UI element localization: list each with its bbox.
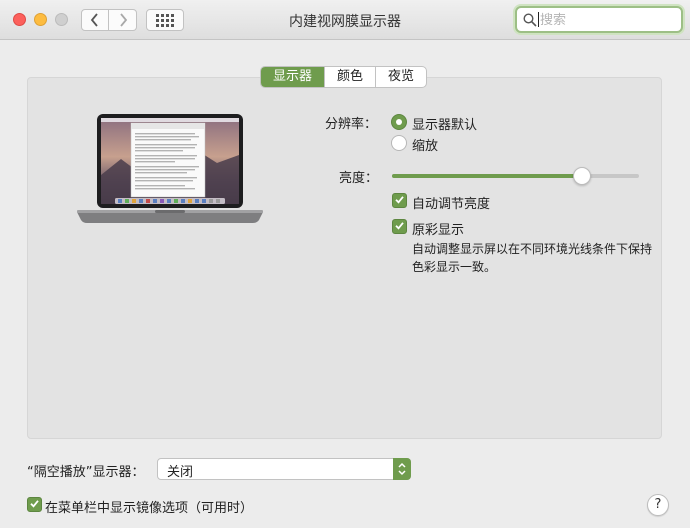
grid-icon [156, 13, 174, 27]
checkmark-icon [395, 222, 404, 230]
text-caret [538, 12, 539, 27]
tab-night-shift[interactable]: 夜览 [375, 67, 426, 87]
true-tone-label: 原彩显示 [412, 223, 465, 238]
select-arrows-icon [393, 458, 411, 480]
tab-color[interactable]: 颜色 [324, 67, 375, 87]
window-title: 内建视网膜显示器 [289, 14, 401, 30]
laptop-icon [77, 114, 263, 223]
search-icon [523, 13, 537, 27]
tab-display[interactable]: 显示器 [261, 67, 325, 87]
brightness-slider-fill [392, 174, 583, 178]
chevron-left-icon [90, 13, 98, 27]
airplay-display-select[interactable]: 关闭 [157, 458, 411, 480]
auto-brightness-checkbox[interactable] [392, 193, 407, 208]
title-bar: 内建视网膜显示器 [0, 0, 690, 40]
resolution-default-label: 显示器默认 [412, 118, 478, 133]
back-button[interactable] [81, 9, 109, 31]
true-tone-checkbox[interactable] [392, 219, 407, 234]
brightness-label: 亮度： [339, 171, 379, 186]
chevron-right-icon [119, 13, 127, 27]
close-button[interactable] [13, 13, 26, 26]
resolution-scaled-radio[interactable] [391, 135, 407, 151]
brightness-slider[interactable] [392, 167, 639, 185]
true-tone-description: 自动调整显示屏以在不同环境光线条件下保持色彩显示一致。 [412, 242, 653, 274]
minimize-button[interactable] [34, 13, 47, 26]
search-input[interactable] [540, 10, 675, 30]
airplay-display-label: “隔空播放”显示器： [27, 465, 145, 480]
resolution-scaled-label: 缩放 [412, 139, 439, 154]
airplay-display-value: 关闭 [167, 465, 194, 480]
resolution-label: 分辨率： [325, 117, 378, 132]
mirror-options-label: 在菜单栏中显示镜像选项（可用时） [45, 501, 254, 516]
zoom-button[interactable] [55, 13, 68, 26]
checkmark-icon [30, 500, 39, 508]
mirror-options-checkbox[interactable] [27, 497, 42, 512]
search-field[interactable] [515, 6, 683, 33]
forward-button[interactable] [109, 9, 137, 31]
help-button[interactable]: ? [647, 494, 669, 516]
checkmark-icon [395, 196, 404, 204]
show-all-button[interactable] [146, 9, 184, 31]
tab-bar: 显示器 颜色 夜览 [260, 66, 428, 88]
auto-brightness-label: 自动调节亮度 [412, 197, 491, 212]
resolution-default-radio[interactable] [391, 114, 407, 130]
